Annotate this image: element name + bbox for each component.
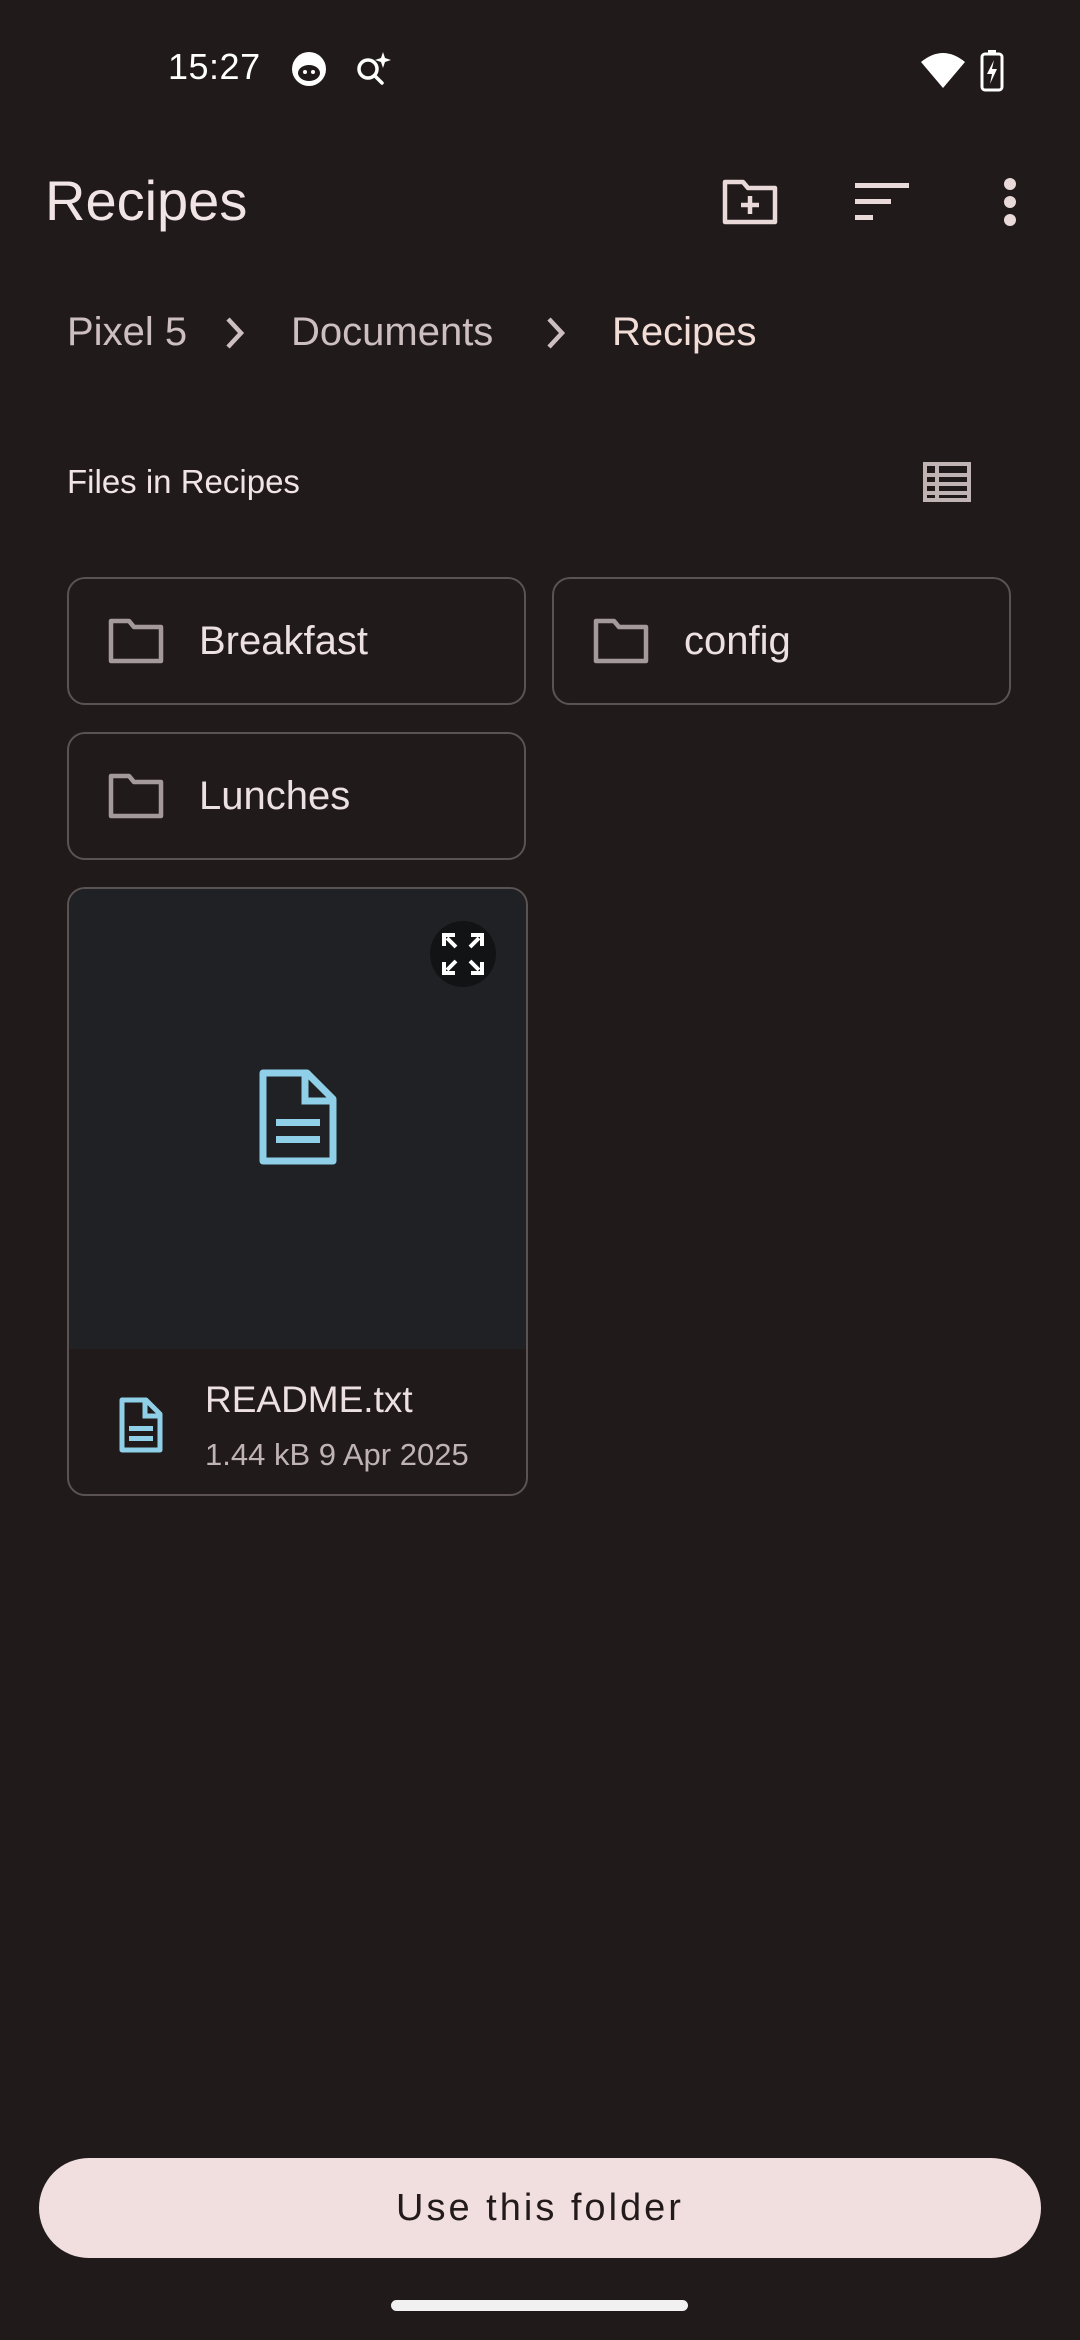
section-title: Files in Recipes [67, 463, 300, 500]
status-time: 15:27 [168, 46, 261, 87]
more-options-button[interactable] [965, 157, 1055, 247]
page-title: Recipes [45, 169, 248, 232]
text-document-icon [259, 1069, 337, 1165]
cat-face-icon [292, 52, 326, 86]
wifi-icon [921, 53, 965, 88]
file-preview [69, 889, 526, 1349]
screen: 15:27 Recipes Pixel 5 Documents Recipes … [0, 0, 1080, 2340]
chevron-right-icon [226, 317, 245, 349]
breadcrumb-item-recipes[interactable]: Recipes [612, 310, 757, 355]
file-info: README.txt 1.44 kB 9 Apr 2025 [69, 1349, 526, 1494]
folder-name: Lunches [199, 773, 351, 818]
use-this-folder-button[interactable]: Use this folder [39, 2158, 1041, 2258]
folder-icon [108, 618, 164, 664]
battery-charging-icon [980, 50, 1004, 92]
folder-name: config [684, 618, 791, 663]
text-document-icon [119, 1397, 163, 1453]
breadcrumb-item-documents[interactable]: Documents [291, 310, 493, 355]
folder-icon [108, 773, 164, 819]
breadcrumb-item-pixel5[interactable]: Pixel 5 [67, 310, 187, 355]
sort-icon [855, 183, 909, 220]
folder-tile-lunches[interactable]: Lunches [67, 732, 526, 860]
expand-preview-button[interactable] [430, 921, 496, 987]
home-indicator[interactable] [391, 2300, 688, 2311]
new-folder-button[interactable] [705, 157, 795, 247]
file-meta: 1.44 kB 9 Apr 2025 [205, 1437, 469, 1472]
search-sparkle-icon [357, 52, 391, 85]
sort-button[interactable] [837, 157, 927, 247]
file-name: README.txt [205, 1379, 413, 1420]
folder-tile-config[interactable]: config [552, 577, 1011, 705]
fullscreen-icon [442, 933, 484, 975]
folder-icon [593, 618, 649, 664]
new-folder-icon [722, 179, 778, 225]
folder-name: Breakfast [199, 618, 368, 663]
chevron-right-icon [547, 317, 566, 349]
view-toggle-button[interactable] [902, 437, 992, 527]
list-view-icon [923, 462, 971, 502]
file-card-readme[interactable]: README.txt 1.44 kB 9 Apr 2025 [67, 887, 528, 1496]
folder-tile-breakfast[interactable]: Breakfast [67, 577, 526, 705]
more-vert-icon [1004, 178, 1016, 226]
